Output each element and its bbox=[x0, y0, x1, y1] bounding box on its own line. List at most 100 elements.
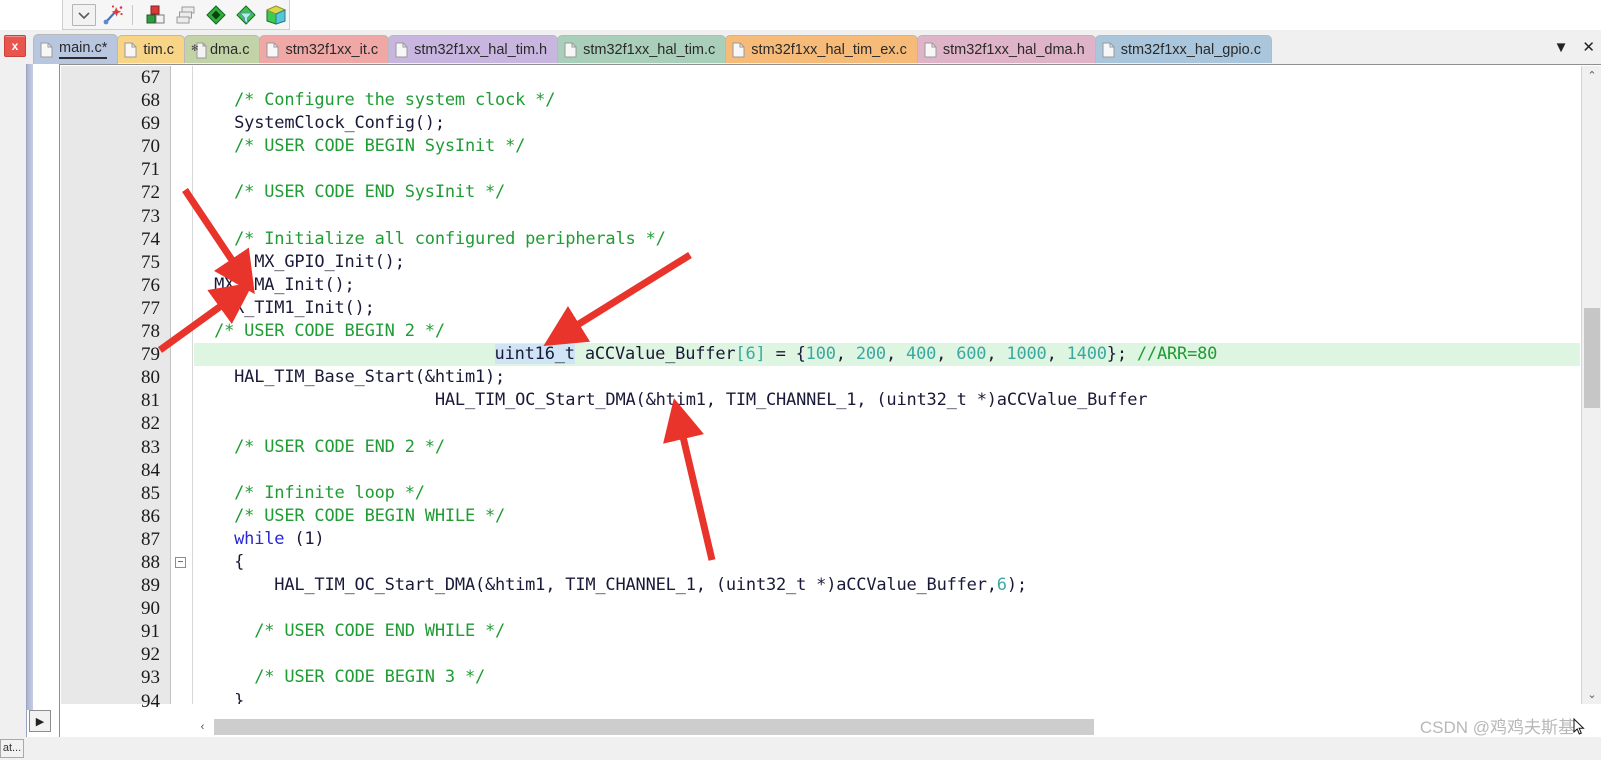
code-line[interactable] bbox=[194, 643, 1580, 666]
code-fold-toggle-icon[interactable]: − bbox=[175, 557, 186, 569]
code-token: MX_TIM1_Init(); bbox=[194, 297, 375, 318]
code-text-area[interactable]: /* Configure the system clock */ SystemC… bbox=[194, 66, 1580, 704]
tab-stm32f1xx-hal-gpio-c[interactable]: stm32f1xx_hal_gpio.c bbox=[1094, 35, 1272, 63]
build-blocks-icon[interactable] bbox=[143, 3, 169, 27]
code-line[interactable] bbox=[194, 412, 1580, 435]
magic-wand-glyph bbox=[103, 4, 123, 24]
scroll-up-arrow-icon[interactable]: ⌃ bbox=[1582, 66, 1601, 85]
code-line[interactable] bbox=[194, 158, 1580, 181]
line-number: 78 bbox=[141, 321, 160, 343]
code-line[interactable]: while (1) bbox=[194, 528, 1580, 551]
selected-text: uint16_t bbox=[494, 344, 575, 365]
code-line[interactable]: /* USER CODE END SysInit */ bbox=[194, 181, 1580, 204]
scroll-down-arrow-icon[interactable]: ⌄ bbox=[1582, 685, 1601, 704]
line-number: 85 bbox=[141, 482, 160, 504]
tab-stm32f1xx-hal-dma-h[interactable]: stm32f1xx_hal_dma.h bbox=[916, 35, 1096, 63]
code-token: HAL_TIM_Base_Start(&htim1); bbox=[194, 367, 506, 388]
build-blocks-glyph bbox=[146, 5, 165, 23]
line-number: 86 bbox=[141, 505, 160, 527]
code-fold-column: − bbox=[171, 66, 193, 704]
code-line[interactable] bbox=[194, 66, 1580, 89]
code-token: [ bbox=[735, 344, 746, 365]
close-tab-icon[interactable]: ✕ bbox=[1582, 40, 1595, 55]
code-line[interactable]: /* USER CODE BEGIN 2 */ bbox=[194, 320, 1580, 343]
code-line[interactable]: } bbox=[194, 690, 1580, 704]
code-line[interactable]: MX_TIM1_Init(); bbox=[194, 297, 1580, 320]
line-number: 93 bbox=[141, 667, 160, 689]
green-diamond-icon[interactable] bbox=[203, 3, 229, 27]
code-line[interactable]: /* USER CODE BEGIN WHILE */ bbox=[194, 505, 1580, 528]
funnel-diamond-icon[interactable] bbox=[233, 3, 259, 27]
tab-list-dropdown-icon[interactable]: ▼ bbox=[1554, 40, 1569, 55]
line-number: 76 bbox=[141, 274, 160, 296]
tab-stm32f1xx-it-c[interactable]: stm32f1xx_it.c bbox=[259, 35, 390, 63]
horizontal-scrollbar-thumb[interactable] bbox=[214, 719, 1094, 735]
code-token: , bbox=[835, 344, 856, 365]
code-token: 6 bbox=[996, 575, 1007, 596]
document-icon bbox=[124, 42, 137, 58]
line-number: 91 bbox=[141, 621, 160, 643]
rail-expand-button[interactable]: ▶ bbox=[29, 710, 51, 732]
line-number: 68 bbox=[141, 90, 160, 112]
stacked-windows-icon[interactable] bbox=[173, 3, 199, 27]
code-token: 400 bbox=[906, 344, 937, 365]
tab-label: stm32f1xx_it.c bbox=[285, 41, 379, 58]
code-token: }; bbox=[1106, 344, 1137, 365]
code-token: = { bbox=[765, 344, 806, 365]
magic-wand-icon[interactable] bbox=[100, 3, 126, 27]
tab-stm32f1xx-hal-tim-ex-c[interactable]: stm32f1xx_hal_tim_ex.c bbox=[725, 35, 918, 63]
vertical-scrollbar[interactable]: ⌃ ⌄ bbox=[1581, 66, 1601, 704]
status-chip[interactable]: at... bbox=[0, 739, 24, 758]
code-line[interactable]: /* USER CODE BEGIN 3 */ bbox=[194, 666, 1580, 689]
code-line-highlighted[interactable]: uint16_t aCCValue_Buffer[6] = {100, 200,… bbox=[194, 343, 1580, 367]
tab-label: tim.c bbox=[143, 41, 174, 58]
line-number: 84 bbox=[141, 459, 160, 481]
close-document-button[interactable]: x bbox=[4, 35, 26, 57]
toolbar-separator bbox=[132, 4, 134, 25]
code-editor-window: x main.c* tim.c ✻ dma.c stm32f1xx_it.c stm32f… bbox=[0, 0, 1601, 760]
tab-stm32f1xx-hal-tim-c[interactable]: stm32f1xx_hal_tim.c bbox=[557, 35, 727, 63]
code-line[interactable]: HAL_TIM_OC_Start_DMA(&htim1, TIM_CHANNEL… bbox=[194, 574, 1580, 597]
code-line[interactable] bbox=[194, 597, 1580, 620]
code-line[interactable]: /* USER CODE END 2 */ bbox=[194, 436, 1580, 459]
code-line[interactable]: MX_DMA_Init(); bbox=[194, 274, 1580, 297]
code-token: 1400 bbox=[1066, 344, 1107, 365]
vertical-scrollbar-thumb[interactable] bbox=[1584, 308, 1600, 408]
code-line[interactable]: /* Configure the system clock */ bbox=[194, 89, 1580, 112]
code-line[interactable]: MX_GPIO_Init(); bbox=[194, 251, 1580, 274]
code-token: /* Infinite loop */ bbox=[234, 482, 425, 503]
code-token: (1) bbox=[284, 528, 325, 549]
code-line[interactable]: /* USER CODE END WHILE */ bbox=[194, 620, 1580, 643]
code-line[interactable]: HAL_TIM_Base_Start(&htim1); bbox=[194, 366, 1580, 389]
code-line[interactable]: HAL_TIM_OC_Start_DMA(&htim1, TIM_CHANNEL… bbox=[194, 389, 1580, 412]
code-token: while bbox=[234, 528, 285, 549]
code-token: /* USER CODE BEGIN WHILE */ bbox=[234, 505, 506, 526]
code-token: { bbox=[194, 551, 245, 572]
line-number: 82 bbox=[141, 413, 160, 435]
scroll-left-arrow-icon[interactable]: ‹ bbox=[194, 719, 211, 735]
tab-dma-c[interactable]: ✻ dma.c bbox=[183, 35, 261, 63]
tab-main-c-[interactable]: main.c* bbox=[33, 34, 119, 64]
code-line[interactable] bbox=[194, 205, 1580, 228]
code-token: , bbox=[885, 344, 907, 365]
code-line[interactable]: /* Infinite loop */ bbox=[194, 482, 1580, 505]
chevron-down-icon[interactable] bbox=[72, 3, 97, 26]
document-icon bbox=[40, 42, 53, 58]
code-token: 1000 bbox=[1006, 344, 1047, 365]
tab-bar-tools: ▼ ✕ bbox=[1554, 36, 1595, 58]
code-line[interactable]: SystemClock_Config(); bbox=[194, 112, 1580, 135]
code-token: MX_DMA_Init(); bbox=[194, 274, 355, 295]
code-line[interactable]: /* USER CODE BEGIN SysInit */ bbox=[194, 135, 1580, 158]
code-line[interactable] bbox=[194, 459, 1580, 482]
code-token: 6 bbox=[745, 344, 756, 365]
tab-tim-c[interactable]: tim.c bbox=[117, 35, 185, 63]
code-line[interactable]: /* Initialize all configured peripherals… bbox=[194, 228, 1580, 251]
tab-stm32f1xx-hal-tim-h[interactable]: stm32f1xx_hal_tim.h bbox=[388, 35, 559, 63]
horizontal-scrollbar[interactable]: ‹ bbox=[194, 717, 1580, 737]
code-line[interactable]: { bbox=[194, 551, 1580, 574]
line-number: 69 bbox=[141, 113, 160, 135]
line-number: 71 bbox=[141, 159, 160, 181]
line-number: 79 bbox=[141, 344, 160, 366]
package-diamond-icon[interactable] bbox=[263, 3, 289, 27]
